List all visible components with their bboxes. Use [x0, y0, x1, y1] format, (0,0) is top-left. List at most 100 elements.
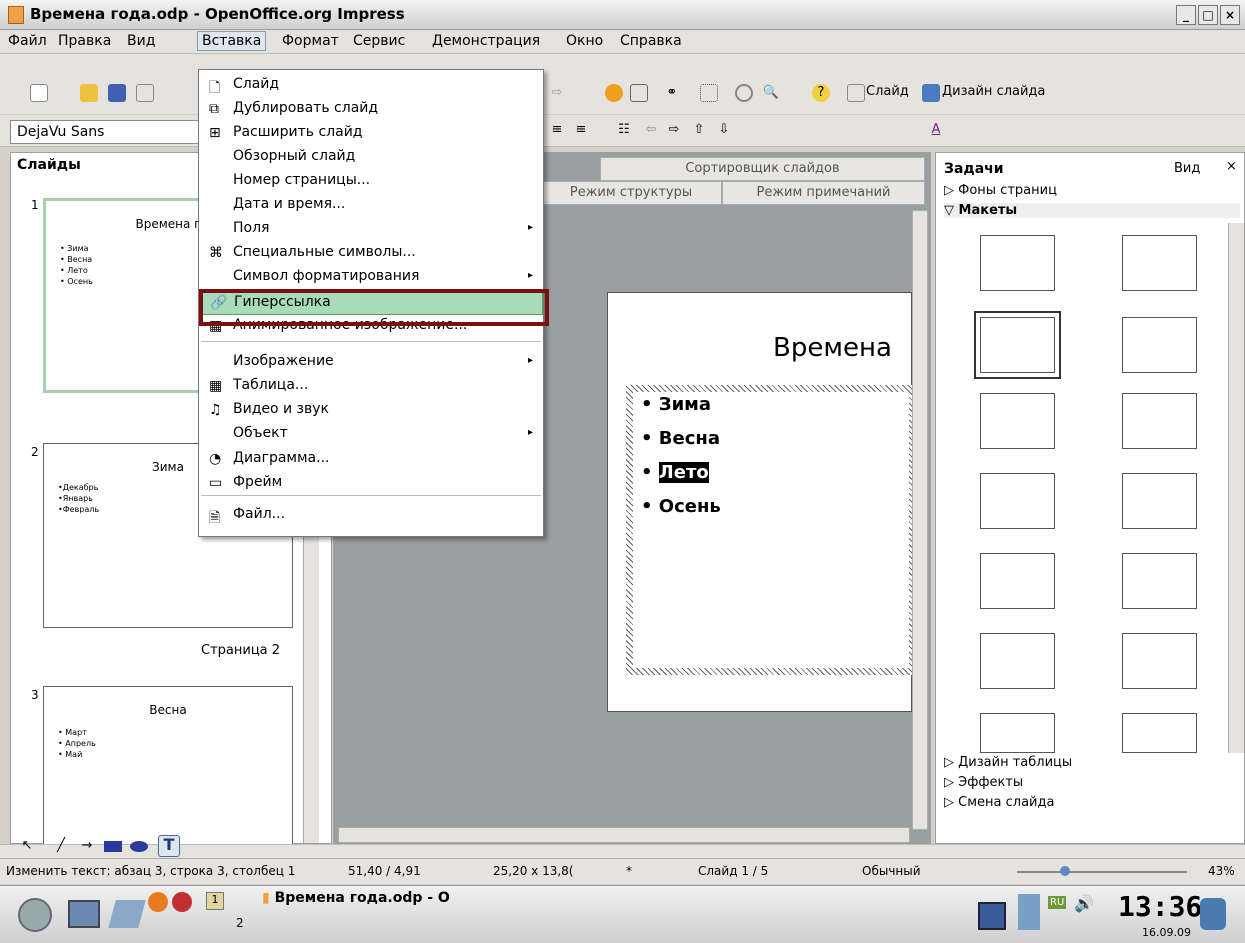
slide-design-button[interactable]: Дизайн слайда: [942, 84, 1045, 99]
section-table-design[interactable]: ▷ Дизайн таблицы: [944, 755, 1072, 770]
menu-item-6[interactable]: Поля ▸: [199, 218, 543, 242]
trash-icon[interactable]: [1200, 898, 1226, 930]
navigator-icon[interactable]: [735, 84, 753, 102]
menu-item-14[interactable]: Объект ▸: [199, 423, 543, 447]
layout-text-blank[interactable]: [1122, 713, 1197, 753]
rectangle-icon[interactable]: [104, 841, 122, 852]
keyboard-layout-indicator[interactable]: RU: [1048, 896, 1067, 909]
save-tray-icon[interactable]: [978, 902, 1006, 930]
menu-item-1[interactable]: ⧉ Дублировать слайд: [199, 98, 543, 122]
menu-edit[interactable]: Правка: [58, 33, 111, 49]
table-icon[interactable]: [630, 84, 648, 102]
layouts-scrollbar[interactable]: [1228, 223, 1244, 753]
layout-blank[interactable]: [980, 235, 1055, 291]
zoom-level[interactable]: 43%: [1208, 864, 1235, 878]
kde-menu-icon[interactable]: [18, 898, 52, 932]
layout-table[interactable]: [980, 553, 1055, 609]
menu-item-4[interactable]: Номер страницы...: [199, 170, 543, 194]
task-view-button[interactable]: Вид: [1174, 161, 1200, 176]
zoom-slider[interactable]: [1017, 871, 1187, 873]
vertical-scrollbar[interactable]: [912, 210, 928, 830]
section-effects[interactable]: ▷ Эффекты: [944, 775, 1023, 790]
arrow-down-icon[interactable]: ⇩: [715, 121, 733, 139]
layout-chart-text[interactable]: [980, 713, 1055, 753]
taskbar-app-button[interactable]: ▮ Времена года.odp - O: [262, 890, 462, 914]
menu-item-11[interactable]: Изображение ▸: [199, 351, 543, 375]
slide-thumbnail-3[interactable]: Весна • Март • Апрель • Май: [43, 686, 293, 846]
menu-item-13[interactable]: ♫ Видео и звук: [199, 399, 543, 423]
section-transition[interactable]: ▷ Смена слайда: [944, 795, 1054, 810]
arrow-up-icon[interactable]: ⇧: [690, 121, 708, 139]
line-icon[interactable]: ╱: [52, 837, 70, 855]
email-icon[interactable]: [136, 84, 154, 102]
layout-text-image[interactable]: [1122, 633, 1197, 689]
layout-two-content[interactable]: [1122, 317, 1197, 373]
new-slide-button[interactable]: Слайд: [866, 84, 909, 99]
menu-item-17[interactable]: 🗎 Файл...: [199, 504, 543, 528]
arrow-right-icon[interactable]: ⇨: [665, 121, 683, 139]
menu-item-2[interactable]: ⊞ Расширить слайд: [199, 122, 543, 146]
grid-icon[interactable]: [700, 84, 718, 102]
task-close-icon[interactable]: ×: [1226, 159, 1237, 174]
help-icon[interactable]: ?: [812, 84, 830, 102]
open-icon[interactable]: [80, 84, 98, 102]
minimize-button[interactable]: _: [1176, 5, 1196, 25]
pager-desktop-1[interactable]: 1: [206, 892, 224, 910]
pager-desktop-2[interactable]: 2: [236, 916, 244, 930]
close-button[interactable]: ×: [1220, 5, 1240, 25]
menu-tools[interactable]: Сервис: [353, 33, 405, 49]
select-icon[interactable]: ↖: [18, 837, 36, 855]
slide-canvas[interactable]: Времена • Зима • Весна • Лето • Осень: [607, 292, 916, 712]
tab-notes[interactable]: Режим примечаний: [722, 181, 925, 205]
align-right-icon[interactable]: ≡: [572, 121, 590, 139]
network-tray-icon[interactable]: [1018, 894, 1040, 930]
browser-icon[interactable]: [172, 892, 192, 912]
arrow-left-icon[interactable]: ⇦: [642, 121, 660, 139]
menu-file[interactable]: Файл: [8, 33, 47, 49]
layout-title-only[interactable]: [980, 393, 1055, 449]
chart-icon[interactable]: [605, 84, 623, 102]
menu-item-5[interactable]: Дата и время...: [199, 194, 543, 218]
hyperlink-icon[interactable]: ⚭: [663, 84, 681, 102]
tab-slide-sorter[interactable]: Сортировщик слайдов: [600, 157, 925, 181]
zoom-slider-handle[interactable]: [1060, 866, 1070, 876]
menu-item-16[interactable]: ▭ Фрейм: [199, 472, 543, 496]
slide-design-icon[interactable]: [922, 84, 940, 102]
menu-format[interactable]: Формат: [282, 33, 339, 49]
text-icon[interactable]: T: [158, 835, 180, 857]
clock[interactable]: 13:36: [1118, 890, 1202, 923]
align-justify-icon[interactable]: ≡: [548, 121, 566, 139]
menu-window[interactable]: Окно: [566, 33, 603, 49]
menu-item-0[interactable]: 🗋 Слайд: [199, 74, 543, 98]
pencil-icon[interactable]: [108, 900, 146, 928]
menu-item-3[interactable]: Обзорный слайд: [199, 146, 543, 170]
tab-outline[interactable]: Режим структуры: [540, 181, 722, 205]
ellipse-icon[interactable]: [130, 841, 148, 852]
horizontal-scrollbar[interactable]: [338, 827, 910, 843]
menu-item-15[interactable]: ◔ Диаграмма...: [199, 448, 543, 472]
bullets-icon[interactable]: ☷: [615, 121, 633, 139]
menu-item-12[interactable]: ▦ Таблица...: [199, 375, 543, 399]
layout-title[interactable]: [1122, 235, 1197, 291]
desktop-icon[interactable]: [68, 900, 100, 928]
layout-title-blank[interactable]: [980, 473, 1055, 529]
layout-text-chart[interactable]: [980, 633, 1055, 689]
menu-slideshow[interactable]: Демонстрация: [432, 33, 540, 49]
font-color-icon[interactable]: A: [927, 121, 945, 139]
new-icon[interactable]: [30, 84, 48, 102]
new-slide-icon[interactable]: [847, 84, 865, 102]
section-layouts[interactable]: ▽ Макеты: [944, 203, 1240, 218]
arrow-line-icon[interactable]: →: [78, 837, 96, 855]
zoom-icon[interactable]: 🔍: [762, 84, 780, 102]
menu-item-8[interactable]: Символ форматирования ▸: [199, 266, 543, 290]
menu-item-7[interactable]: ⌘ Специальные символы...: [199, 242, 543, 266]
font-name-input[interactable]: DejaVu Sans: [10, 120, 210, 144]
menu-help[interactable]: Справка: [620, 33, 682, 49]
layout-image-text[interactable]: [1122, 553, 1197, 609]
layout-chart[interactable]: [1122, 473, 1197, 529]
section-backgrounds[interactable]: ▷ Фоны страниц: [944, 183, 1057, 198]
maximize-button[interactable]: □: [1198, 5, 1218, 25]
menu-insert[interactable]: Вставка: [197, 31, 267, 51]
layout-centered[interactable]: [1122, 393, 1197, 449]
save-icon[interactable]: [108, 84, 126, 102]
